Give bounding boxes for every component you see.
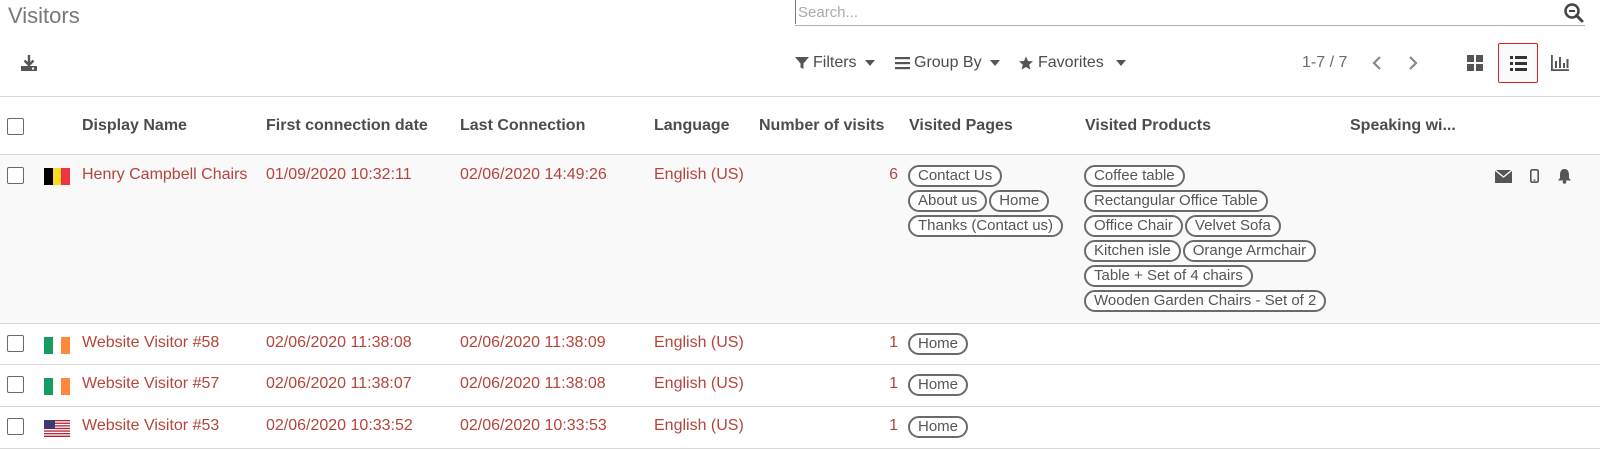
column-header[interactable]: Number of visits (759, 117, 884, 135)
row-checkbox[interactable] (7, 376, 24, 393)
next-page-button[interactable] (1402, 52, 1424, 74)
last-connection: 02/06/2020 11:38:09 (460, 334, 606, 351)
visited-pages-tags: Home (908, 333, 970, 358)
product-tag: Wooden Garden Chairs - Set of 2 (1084, 290, 1327, 312)
column-header[interactable]: Display Name (82, 117, 187, 135)
usa-flag-icon (44, 420, 70, 437)
search-bar (795, 0, 1585, 26)
column-header[interactable]: Visited Products (1085, 117, 1211, 135)
display-name[interactable]: Website Visitor #57 (82, 375, 219, 393)
language: English (US) (654, 417, 744, 434)
last-connection: 02/06/2020 11:38:08 (460, 375, 606, 392)
filters-label: Filters (813, 54, 857, 71)
display-name[interactable]: Henry Campbell Chairs (82, 166, 247, 184)
previous-page-button[interactable] (1366, 52, 1388, 74)
table-row[interactable]: Website Visitor #53 02/06/2020 10:33:52 … (0, 407, 1600, 449)
search-input[interactable] (795, 0, 1535, 24)
last-connection: 02/06/2020 10:33:53 (460, 417, 607, 434)
product-tag: Table + Set of 4 chairs (1084, 265, 1253, 287)
visited-products-tags: Coffee table Rectangular Office Table Of… (1084, 165, 1354, 315)
product-tag: Office Chair (1084, 215, 1183, 237)
page-tag: Home (989, 190, 1050, 212)
visit-count: 1 (889, 417, 898, 434)
language: English (US) (654, 334, 744, 351)
column-header[interactable]: Visited Pages (909, 117, 1013, 135)
visit-count: 1 (889, 375, 898, 392)
page-tag: Home (908, 374, 969, 396)
visit-count: 1 (889, 334, 898, 351)
page-tag: Home (908, 333, 969, 355)
filters-dropdown[interactable]: Filters (795, 52, 875, 74)
table-header: Display Name First connection date Last … (0, 96, 1600, 155)
row-actions (1495, 168, 1572, 184)
column-header[interactable]: First connection date (266, 117, 428, 135)
display-name[interactable]: Website Visitor #58 (82, 334, 219, 352)
belgium-flag-icon (44, 168, 71, 185)
chevron-down-icon (1115, 60, 1126, 66)
display-name[interactable]: Website Visitor #53 (82, 417, 219, 435)
row-checkbox[interactable] (7, 335, 24, 352)
first-connection: 02/06/2020 11:38:07 (266, 375, 412, 392)
envelope-icon[interactable] (1495, 169, 1512, 183)
language: English (US) (654, 166, 744, 183)
product-tag: Kitchen isle (1084, 240, 1181, 262)
page-tag: Contact Us (908, 165, 1003, 187)
chevron-down-icon (864, 60, 875, 66)
download-icon[interactable] (18, 52, 40, 74)
pager-value[interactable]: 1-7 / 7 (1302, 54, 1347, 72)
mobile-phone-icon[interactable] (1530, 169, 1539, 183)
first-connection: 02/06/2020 11:38:08 (266, 334, 412, 351)
groupby-dropdown[interactable]: Group By (895, 52, 1000, 74)
star-icon (1019, 56, 1033, 70)
visit-count: 6 (889, 166, 898, 183)
favorites-dropdown[interactable]: Favorites (1018, 52, 1126, 74)
ireland-flag-icon (44, 337, 71, 354)
visited-pages-tags: Contact Us About us Home Thanks (Contact … (908, 165, 1078, 240)
language: English (US) (654, 375, 744, 392)
search-icon[interactable] (1563, 2, 1585, 24)
favorites-label: Favorites (1038, 54, 1104, 71)
list-view-button[interactable] (1498, 43, 1538, 83)
visited-pages-tags: Home (908, 374, 970, 399)
chevron-left-icon (1372, 56, 1381, 70)
column-header[interactable]: Language (654, 117, 730, 135)
bars-icon (895, 57, 910, 70)
page-tag: Home (908, 416, 969, 438)
select-all-checkbox[interactable] (7, 118, 24, 135)
row-checkbox[interactable] (7, 167, 24, 184)
first-connection: 01/09/2020 10:32:11 (266, 166, 412, 183)
bell-icon[interactable] (1557, 168, 1572, 184)
chevron-down-icon (989, 60, 1000, 66)
product-tag: Rectangular Office Table (1084, 190, 1268, 212)
product-tag: Coffee table (1084, 165, 1185, 187)
first-connection: 02/06/2020 10:33:52 (266, 417, 413, 434)
product-tag: Orange Armchair (1182, 240, 1317, 262)
page-tag: Thanks (Contact us) (908, 215, 1064, 237)
chevron-right-icon (1409, 56, 1418, 70)
graph-view-button[interactable] (1540, 43, 1580, 83)
column-header[interactable]: Last Connection (460, 117, 585, 135)
page-tag: About us (908, 190, 988, 212)
filter-icon (795, 57, 809, 69)
table-row[interactable]: Henry Campbell Chairs 01/09/2020 10:32:1… (0, 155, 1600, 324)
kanban-view-button[interactable] (1455, 43, 1495, 83)
last-connection: 02/06/2020 14:49:26 (460, 166, 607, 183)
row-checkbox[interactable] (7, 418, 24, 435)
page-title: Visitors (8, 3, 80, 28)
product-tag: Velvet Sofa (1184, 215, 1281, 237)
column-header[interactable]: Speaking wi... (1350, 117, 1456, 135)
kanban-icon (1467, 55, 1483, 71)
table-row[interactable]: Website Visitor #57 02/06/2020 11:38:07 … (0, 365, 1600, 407)
ireland-flag-icon (44, 378, 71, 395)
list-icon (1509, 55, 1527, 71)
bar-chart-icon (1551, 55, 1569, 71)
table-row[interactable]: Website Visitor #58 02/06/2020 11:38:08 … (0, 324, 1600, 365)
groupby-label: Group By (914, 54, 982, 71)
visited-pages-tags: Home (908, 416, 970, 441)
